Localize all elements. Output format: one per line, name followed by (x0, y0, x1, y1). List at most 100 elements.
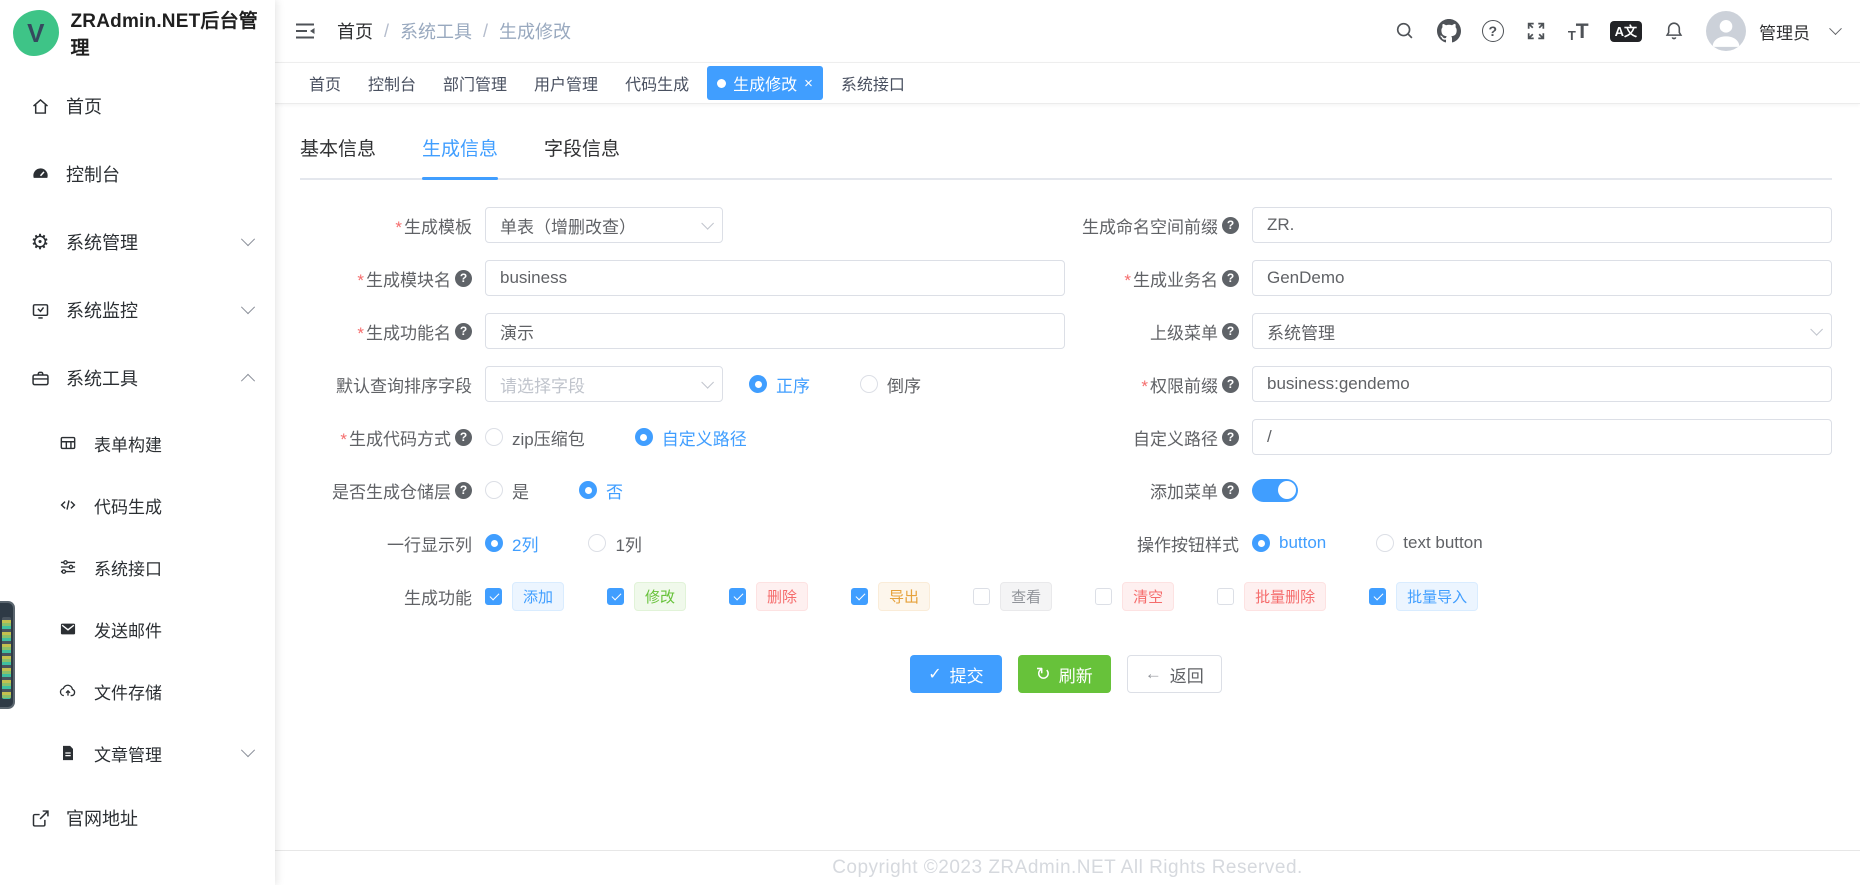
radio-icon (579, 481, 597, 499)
parent-menu-label: 上级菜单 (1150, 323, 1218, 343)
tag-view-dept[interactable]: 部门管理 (434, 66, 516, 100)
submit-button[interactable]: 提交 (910, 655, 1002, 693)
permission-prefix-input[interactable] (1252, 366, 1832, 402)
module-name-input[interactable] (485, 260, 1065, 296)
help-icon[interactable] (1222, 428, 1239, 446)
search-icon[interactable] (1394, 20, 1416, 42)
radio-icon (860, 375, 878, 393)
radio-sort-asc[interactable]: 正序 (749, 372, 810, 397)
check-icon (928, 664, 941, 684)
business-name-input[interactable] (1252, 260, 1832, 296)
radio-icon (485, 428, 503, 446)
sidebar-item-code-gen[interactable]: 代码生成 (0, 474, 275, 536)
checkbox-clear[interactable]: 清空 (1095, 581, 1175, 611)
gen-functions-label: 生成功能 (404, 588, 472, 608)
sidebar-item-dashboard[interactable]: 控制台 (0, 140, 275, 208)
namespace-prefix-input[interactable] (1252, 207, 1832, 243)
tag-view-user[interactable]: 用户管理 (525, 66, 607, 100)
tag-view-gen-edit-active[interactable]: 生成修改 (707, 66, 823, 100)
sidebar-item-file-storage[interactable]: 文件存储 (0, 660, 275, 722)
fullscreen-icon[interactable] (1525, 20, 1547, 42)
custom-path-input[interactable] (1252, 419, 1832, 455)
help-icon[interactable] (455, 428, 472, 446)
radio-text-button-style[interactable]: text button (1376, 533, 1483, 553)
help-icon[interactable] (1222, 269, 1239, 287)
form-item-columns-per-row: 一行显示列 2列 1列 (300, 525, 1067, 561)
sidebar-item-send-mail[interactable]: 发送邮件 (0, 598, 275, 660)
form-item-gen-method: 生成代码方式 zip压缩包 自定义路径 (300, 419, 1067, 455)
tab-basic-info[interactable]: 基本信息 (300, 134, 376, 178)
sort-field-select[interactable]: 请选择字段 (485, 366, 723, 402)
theme-drawer-handle[interactable] (0, 601, 15, 709)
home-icon (28, 96, 52, 117)
template-label: 生成模板 (395, 213, 472, 238)
checkbox-add[interactable]: 添加 (485, 581, 565, 611)
github-icon[interactable] (1436, 19, 1461, 43)
chevron-down-icon[interactable] (1829, 21, 1842, 35)
tab-gen-info[interactable]: 生成信息 (422, 134, 499, 180)
gen-functions-checkbox-group: 添加 修改 删除 导出 查看 清空 批量删除 批量导入 (485, 581, 1479, 611)
parent-menu-select[interactable]: 系统管理 (1252, 313, 1832, 349)
radio-two-cols[interactable]: 2列 (485, 531, 538, 556)
sidebar-item-label: 文章管理 (94, 745, 162, 765)
tag-view-dashboard[interactable]: 控制台 (359, 66, 425, 100)
repository-layer-label: 是否生成仓储层 (332, 482, 451, 502)
sidebar-item-official-site[interactable]: 官网地址 (0, 784, 275, 852)
tag-view-api[interactable]: 系统接口 (832, 66, 914, 100)
help-icon[interactable] (1222, 481, 1239, 499)
sidebar-item-system-monitor[interactable]: 系统监控 (0, 276, 275, 344)
avatar[interactable] (1706, 11, 1746, 51)
sidebar-item-article-mgmt[interactable]: 文章管理 (0, 722, 275, 784)
function-tag: 批量删除 (1244, 581, 1327, 611)
function-name-input[interactable] (485, 313, 1065, 349)
user-name[interactable]: 管理员 (1759, 19, 1810, 44)
help-icon[interactable] (1222, 375, 1239, 393)
bell-icon[interactable] (1663, 20, 1685, 42)
radio-repo-no[interactable]: 否 (579, 478, 623, 503)
template-select[interactable]: 单表（增删改查） (485, 207, 723, 243)
help-icon[interactable] (1481, 20, 1504, 42)
radio-icon (1252, 534, 1270, 552)
tag-view-home[interactable]: 首页 (300, 66, 350, 100)
breadcrumb-item[interactable]: 首页 (337, 18, 373, 44)
checkbox-view[interactable]: 查看 (973, 581, 1053, 611)
radio-button-style[interactable]: button (1252, 533, 1326, 553)
sidebar-item-system-tools[interactable]: 系统工具 (0, 344, 275, 412)
help-icon[interactable] (455, 322, 472, 340)
radio-one-col[interactable]: 1列 (588, 531, 642, 556)
checkbox-icon (1217, 587, 1235, 605)
language-icon[interactable]: A文 (1609, 20, 1642, 42)
tag-view-codegen[interactable]: 代码生成 (616, 66, 698, 100)
tag-view-label: 生成修改 (733, 77, 798, 94)
sidebar-item-form-builder[interactable]: 表单构建 (0, 412, 275, 474)
function-name-label: 生成功能名 (357, 319, 451, 344)
checkbox-delete[interactable]: 删除 (729, 581, 809, 611)
add-menu-toggle[interactable] (1252, 478, 1298, 502)
help-icon[interactable] (1222, 322, 1239, 340)
sidebar-item-system-api[interactable]: 系统接口 (0, 536, 275, 598)
radio-zip[interactable]: zip压缩包 (485, 425, 585, 450)
checkbox-edit[interactable]: 修改 (607, 581, 687, 611)
gear-icon: ⚙ (30, 230, 50, 254)
help-icon[interactable] (1222, 216, 1239, 234)
repository-radio-group: 是 否 (485, 478, 623, 503)
tab-field-info[interactable]: 字段信息 (544, 134, 620, 178)
breadcrumb-item[interactable]: 系统工具 (400, 18, 472, 44)
collapse-sidebar-icon[interactable] (293, 19, 317, 43)
radio-custom-path[interactable]: 自定义路径 (634, 425, 747, 450)
arrow-left-icon (1145, 664, 1162, 684)
sidebar-item-home[interactable]: 首页 (0, 72, 275, 140)
checkbox-batch-import[interactable]: 批量导入 (1369, 581, 1479, 611)
refresh-button[interactable]: 刷新 (1017, 655, 1111, 693)
app-logo-row[interactable]: V ZRAdmin.NET后台管理 (0, 0, 275, 66)
radio-repo-yes[interactable]: 是 (485, 478, 529, 503)
checkbox-batch-delete[interactable]: 批量删除 (1217, 581, 1327, 611)
help-icon[interactable] (455, 269, 472, 287)
sidebar-item-system-mgmt[interactable]: ⚙ 系统管理 (0, 208, 275, 276)
help-icon[interactable] (455, 481, 472, 499)
back-button[interactable]: 返回 (1126, 655, 1222, 693)
checkbox-export[interactable]: 导出 (851, 581, 931, 611)
close-icon[interactable] (804, 76, 813, 91)
radio-sort-desc[interactable]: 倒序 (860, 372, 921, 397)
font-size-icon[interactable] (1568, 21, 1589, 42)
